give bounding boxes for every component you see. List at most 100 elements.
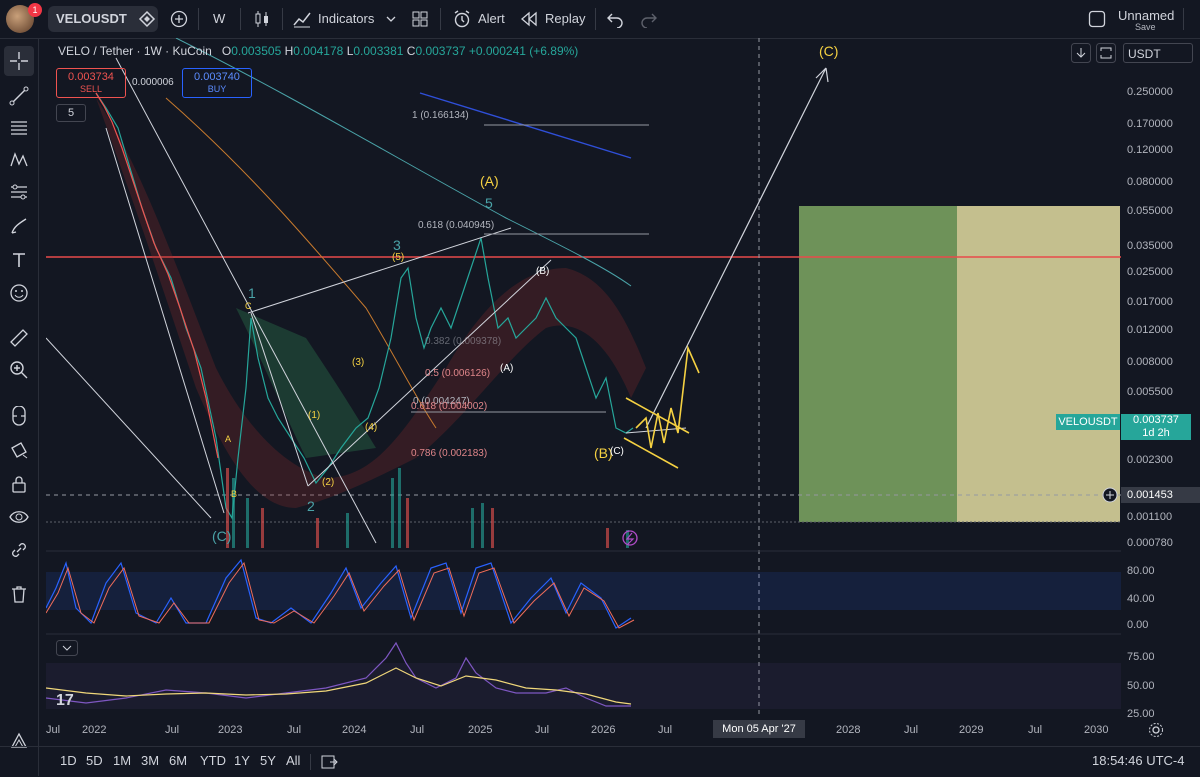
tick-5: 0.035000 bbox=[1127, 240, 1173, 252]
chart-legend: VELO / Tether · 1W · KuCoin O0.003505 H0… bbox=[58, 44, 578, 58]
eye-icon[interactable] bbox=[9, 507, 29, 527]
symbol-title[interactable]: VELO / Tether · 1W · KuCoin bbox=[58, 44, 212, 58]
layout-checkbox-icon[interactable] bbox=[1088, 10, 1106, 28]
crosshair-icon[interactable] bbox=[9, 51, 29, 71]
ruler-icon[interactable] bbox=[9, 328, 29, 348]
layout-name[interactable]: Unnamed bbox=[1118, 8, 1174, 23]
forecast-tool-icon[interactable] bbox=[9, 182, 29, 202]
change-value: +0.000241 (+6.89%) bbox=[468, 44, 579, 58]
crosshair-date-tag: Mon 05 Apr '27 bbox=[713, 720, 805, 738]
emoji-icon[interactable] bbox=[9, 283, 29, 303]
trend-line-icon[interactable] bbox=[9, 86, 29, 106]
time-0: Jul bbox=[46, 724, 61, 736]
notification-badge: 1 bbox=[28, 3, 42, 17]
brush-icon[interactable] bbox=[9, 216, 29, 236]
tick-3: 0.080000 bbox=[1127, 176, 1173, 188]
range-1d[interactable]: 1D bbox=[60, 753, 77, 768]
alert-button[interactable]: Alert bbox=[478, 8, 505, 30]
scroll-down-icon[interactable] bbox=[1071, 43, 1091, 63]
time-scale[interactable]: Jul 2022 Jul 2023 Jul 2024 Jul 2025 Jul … bbox=[46, 718, 1196, 742]
replay-icon[interactable] bbox=[520, 11, 538, 27]
add-price-icon[interactable] bbox=[1102, 487, 1118, 503]
range-1y[interactable]: 1Y bbox=[234, 753, 250, 768]
tick-9: 0.008000 bbox=[1127, 356, 1173, 368]
sell-button[interactable]: 0.003734 SELL bbox=[56, 68, 126, 98]
range-5y[interactable]: 5Y bbox=[260, 753, 276, 768]
date-range-icon[interactable] bbox=[320, 753, 338, 771]
h-label: H bbox=[284, 44, 294, 58]
tick-14: 0.001100 bbox=[1127, 511, 1173, 523]
sub-c: (C) bbox=[610, 446, 624, 457]
indicators-icon[interactable] bbox=[292, 9, 312, 29]
indicators-count[interactable]: 5 bbox=[56, 104, 86, 122]
redo-icon[interactable] bbox=[640, 10, 658, 28]
fullscreen-icon[interactable] bbox=[1096, 43, 1116, 63]
range-3m[interactable]: 3M bbox=[141, 753, 159, 768]
osc1-band bbox=[46, 572, 1121, 610]
pattern-tool-icon[interactable] bbox=[9, 150, 29, 170]
alert-icon[interactable] bbox=[452, 9, 472, 29]
osc1-tick-40: 40.00 bbox=[1127, 593, 1155, 605]
buy-button[interactable]: 0.003740 BUY bbox=[182, 68, 252, 98]
crosshair-date: Mon 05 Apr '27 bbox=[722, 723, 796, 735]
candles-icon[interactable] bbox=[252, 9, 272, 29]
measure-icon[interactable] bbox=[9, 440, 29, 460]
watchlist-icon[interactable] bbox=[138, 10, 156, 28]
sell-label: SELL bbox=[79, 84, 103, 94]
collapse-chevron-icon[interactable] bbox=[56, 640, 78, 656]
chevron-down-icon[interactable] bbox=[386, 14, 396, 24]
fib-618-label: 0.618 (0.040945) bbox=[418, 220, 494, 231]
sub-3: (3) bbox=[352, 357, 364, 368]
add-symbol-icon[interactable] bbox=[170, 10, 188, 28]
spread-value: 0.000006 bbox=[132, 77, 174, 88]
indicators-button[interactable]: Indicators bbox=[318, 8, 374, 30]
fib-tool-icon[interactable] bbox=[9, 118, 29, 138]
clock[interactable]: 18:54:46 UTC-4 bbox=[1092, 753, 1185, 768]
range-ytd[interactable]: YTD bbox=[200, 753, 226, 768]
wave-c-low: (C) bbox=[212, 528, 231, 544]
range-1m[interactable]: 1M bbox=[113, 753, 131, 768]
fib-786-label: 0.786 (0.002183) bbox=[411, 448, 487, 459]
currency-select[interactable]: USDT bbox=[1123, 43, 1193, 63]
time-7: 2025 bbox=[468, 724, 493, 736]
settings-icon[interactable] bbox=[1148, 722, 1164, 738]
layouts-icon[interactable] bbox=[410, 9, 430, 29]
current-price: 0.003737 bbox=[1133, 414, 1179, 426]
sub-4: (4) bbox=[365, 422, 377, 433]
save-label[interactable]: Save bbox=[1135, 22, 1156, 32]
flag-icon[interactable] bbox=[622, 530, 638, 546]
undo-icon[interactable] bbox=[606, 10, 624, 28]
wave-a-label: (A) bbox=[480, 173, 499, 189]
wave-3-label: 3 bbox=[393, 237, 401, 253]
symbol-price-tag: VELOUSDT bbox=[1056, 414, 1120, 430]
range-5d[interactable]: 5D bbox=[86, 753, 103, 768]
lock-icon[interactable] bbox=[9, 474, 29, 494]
magnet-icon[interactable] bbox=[9, 406, 29, 426]
target-zone-green bbox=[799, 206, 957, 522]
indicators-count-value: 5 bbox=[67, 107, 75, 119]
sub-2: (2) bbox=[322, 477, 334, 488]
tick-2: 0.120000 bbox=[1127, 144, 1173, 156]
current-price-tag: 0.003737 1d 2h bbox=[1121, 414, 1191, 440]
range-6m[interactable]: 6M bbox=[169, 753, 187, 768]
time-14: Jul bbox=[1028, 724, 1043, 736]
fib-618b-label: 0.618 (0.004002) bbox=[411, 401, 487, 412]
price-chart[interactable]: (C) (A) 5 3 1 2 (C) (B) (1) (2) (3) (4) … bbox=[46, 38, 1121, 718]
time-10: Jul bbox=[658, 724, 673, 736]
interval-button[interactable]: W bbox=[213, 8, 225, 30]
range-all[interactable]: All bbox=[286, 753, 300, 768]
trash-icon[interactable] bbox=[9, 584, 29, 604]
replay-button[interactable]: Replay bbox=[545, 8, 585, 30]
osc1-tick-0: 0.00 bbox=[1127, 619, 1149, 631]
circle-c: C bbox=[245, 301, 252, 311]
zoom-icon[interactable] bbox=[9, 360, 29, 380]
circle-a: A bbox=[225, 434, 231, 444]
tick-4: 0.055000 bbox=[1127, 205, 1173, 217]
text-tool-icon[interactable] bbox=[9, 250, 29, 270]
o-value: 0.003505 bbox=[231, 44, 282, 58]
price-scale[interactable]: USDT 0.250000 0.170000 0.120000 0.080000… bbox=[1121, 38, 1200, 720]
time-12: Jul bbox=[904, 724, 919, 736]
tick-12: 0.002300 bbox=[1127, 454, 1173, 466]
link-icon[interactable] bbox=[9, 540, 29, 560]
symbol-label[interactable]: VELOUSDT bbox=[56, 8, 127, 30]
